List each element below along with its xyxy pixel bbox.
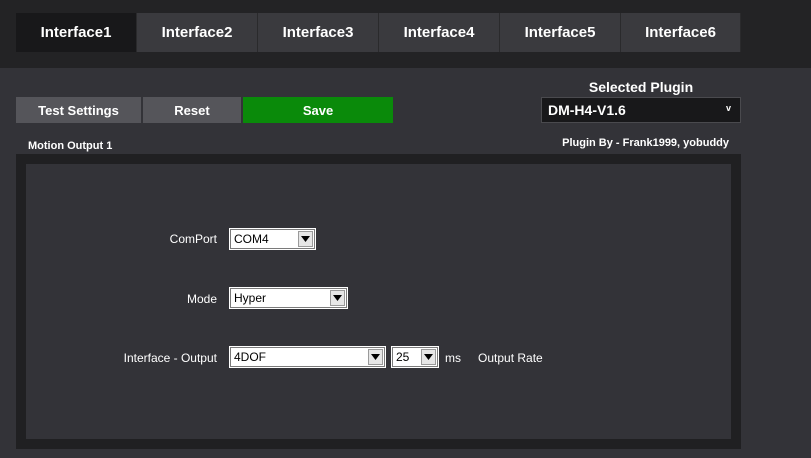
rate-unit-label: ms <box>445 351 461 365</box>
dropdown-arrow-icon <box>298 231 313 247</box>
tab-interface6[interactable]: Interface6 <box>621 13 741 52</box>
output-rate-label: Output Rate <box>478 351 543 365</box>
section-title: Motion Output 1 <box>28 140 113 152</box>
tab-interface1[interactable]: Interface1 <box>16 13 137 52</box>
output-rate-select[interactable]: 25 <box>392 347 438 367</box>
tab-bar: Interface1 Interface2 Interface3 Interfa… <box>0 0 811 68</box>
mode-select-value: Hyper <box>234 291 267 305</box>
tab-interface3[interactable]: Interface3 <box>258 13 379 52</box>
interface-output-select-value: 4DOF <box>234 350 267 364</box>
tab-interface4[interactable]: Interface4 <box>379 13 500 52</box>
interface-output-select[interactable]: 4DOF <box>230 347 385 367</box>
comport-label: ComPort <box>169 232 217 246</box>
selected-plugin-title: Selected Plugin <box>588 79 694 95</box>
test-settings-button[interactable]: Test Settings <box>16 97 141 123</box>
save-button[interactable]: Save <box>243 97 393 123</box>
comport-select[interactable]: COM4 <box>230 229 315 249</box>
mode-select[interactable]: Hyper <box>230 288 347 308</box>
plugin-select[interactable]: DM-H4-V1.6 v <box>541 97 741 123</box>
output-rate-select-value: 25 <box>396 350 410 364</box>
mode-label: Mode <box>186 292 217 306</box>
plugin-author: Plugin By - Frank1999, yobuddy <box>562 137 729 149</box>
chevron-down-icon: v <box>725 103 731 113</box>
dropdown-arrow-icon <box>421 349 436 365</box>
comport-select-value: COM4 <box>234 232 269 246</box>
tab-interface5[interactable]: Interface5 <box>500 13 621 52</box>
reset-button[interactable]: Reset <box>143 97 241 123</box>
dropdown-arrow-icon <box>330 290 345 306</box>
interface-output-label: Interface - Output <box>123 351 217 365</box>
dropdown-arrow-icon <box>368 349 383 365</box>
plugin-select-value: DM-H4-V1.6 <box>548 102 626 118</box>
tab-interface2[interactable]: Interface2 <box>137 13 258 52</box>
